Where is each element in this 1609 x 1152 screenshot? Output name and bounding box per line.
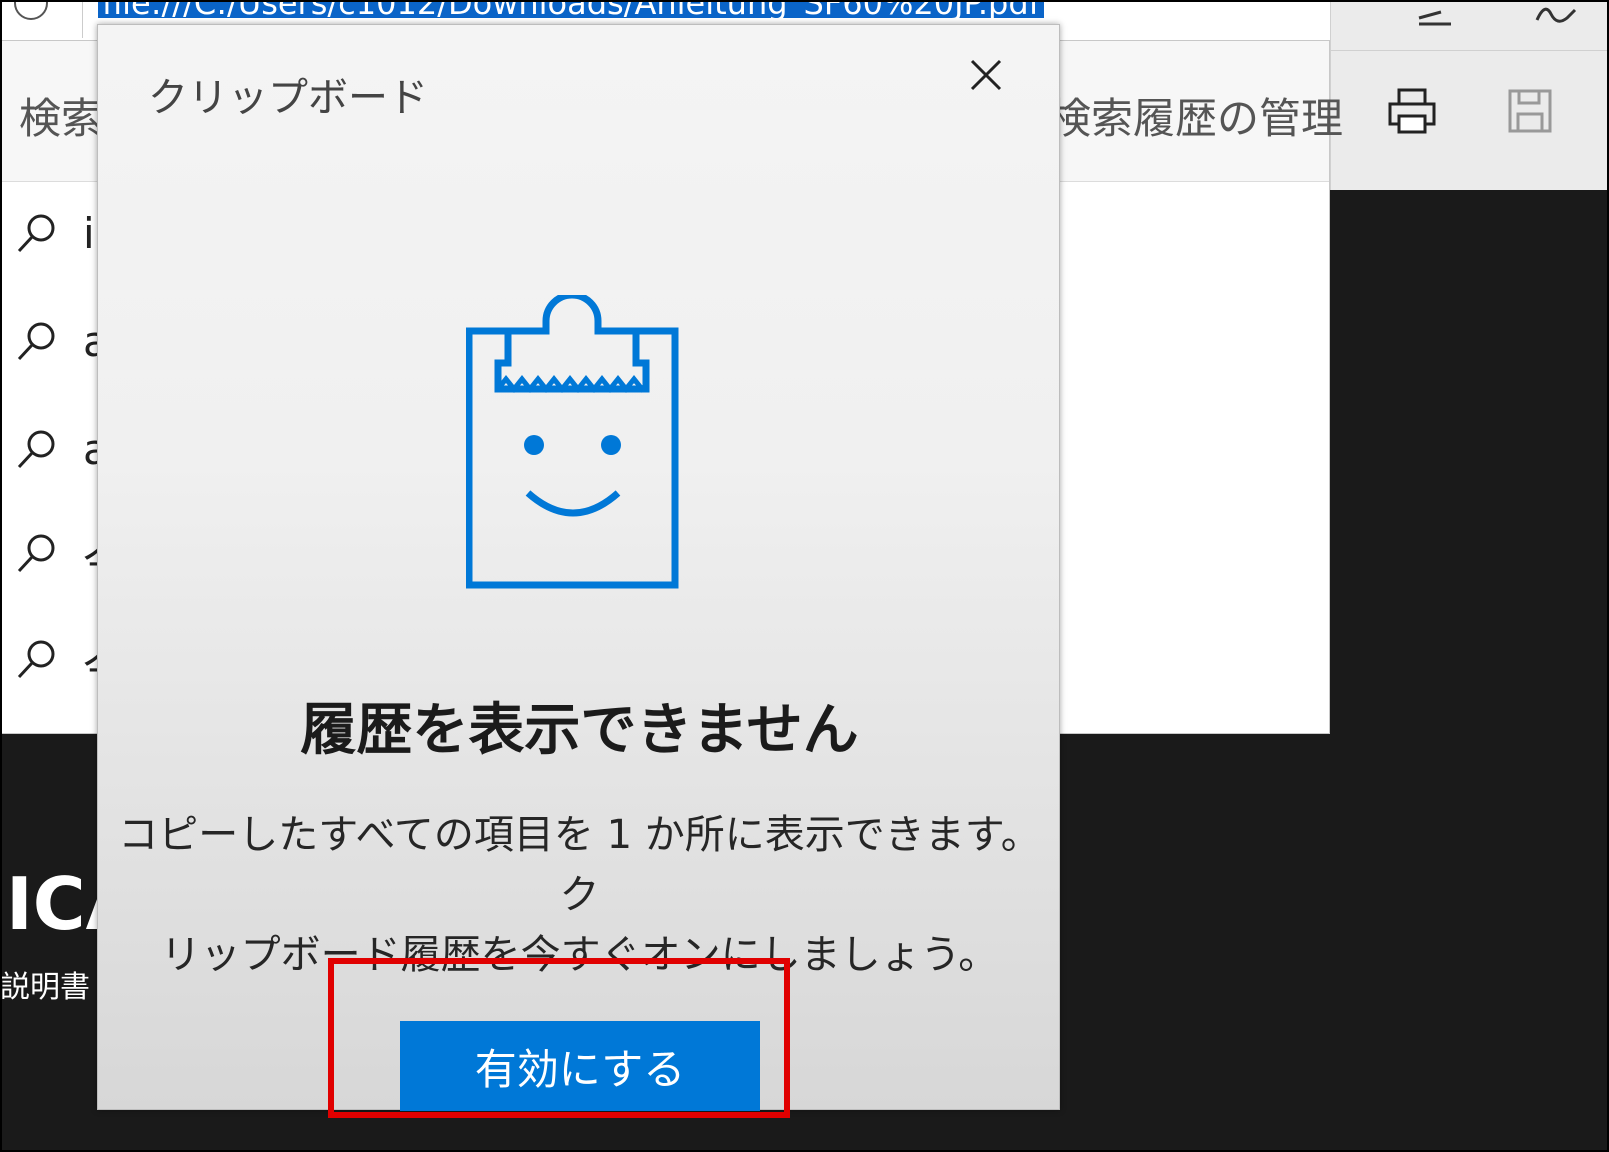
manage-history-link[interactable]: 検索履歴の管理 [1049, 85, 1343, 146]
read-aloud-icon[interactable] [1411, 0, 1461, 30]
info-icon[interactable] [14, 0, 48, 20]
suggestion-text: i [83, 209, 95, 258]
save-icon[interactable] [1507, 88, 1555, 136]
clipboard-smile-icon [466, 295, 679, 589]
ink-icon[interactable] [1531, 0, 1581, 30]
pdf-toolbar [1330, 0, 1609, 190]
toolbar-top [1331, 0, 1609, 51]
search-icon [17, 214, 55, 253]
search-icon [17, 640, 55, 679]
print-icon[interactable] [1387, 86, 1439, 138]
clipboard-panel: クリップボード 履歴を表示できません コピーしたすべての項目を 1 か所に表示で… [97, 24, 1060, 1111]
search-icon [17, 534, 55, 573]
url-field[interactable]: file:///C:/Users/c1012/Downloads/Anleitu… [98, 0, 1044, 19]
close-icon[interactable] [964, 53, 1008, 97]
clipboard-title: クリップボード [148, 75, 428, 121]
document-subtitle: 説明書 [0, 970, 90, 1005]
clipboard-headline: 履歴を表示できません [300, 698, 859, 763]
search-icon [17, 322, 55, 361]
search-label: 検索 [19, 94, 104, 143]
description-line-1: コピーしたすべての項目を 1 か所に表示できます。ク [118, 812, 1041, 918]
clipboard-description: コピーしたすべての項目を 1 か所に表示できます。ク リップボード履歴を今すぐオ… [118, 805, 1041, 985]
enable-button[interactable]: 有効にする [400, 1021, 760, 1111]
address-divider [82, 0, 83, 38]
description-line-2: リップボード履歴を今すぐオンにしましょう。 [160, 932, 999, 978]
search-icon [17, 430, 55, 469]
